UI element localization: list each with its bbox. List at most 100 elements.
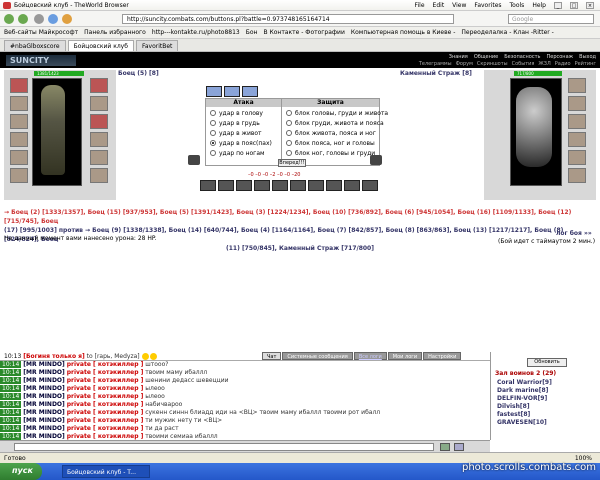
tab-my-logs[interactable]: Мои логи — [387, 352, 423, 360]
spell-icon[interactable] — [200, 180, 216, 191]
spell-icon[interactable] — [218, 180, 234, 191]
menu-edit[interactable]: Edit — [433, 2, 445, 9]
fav-item[interactable]: Бон — [246, 29, 258, 36]
combo-button[interactable] — [242, 86, 258, 97]
defense-option[interactable]: блок головы, груди и живота — [286, 108, 388, 118]
spell-icon[interactable] — [326, 180, 342, 191]
link-radio[interactable]: Радио — [555, 61, 571, 67]
radio[interactable] — [286, 120, 292, 126]
forward-icon[interactable] — [18, 14, 28, 24]
menu-file[interactable]: File — [415, 2, 425, 9]
link-exit[interactable]: Выход — [579, 54, 596, 60]
fav-item[interactable]: Компьютерная помощь в Киеве - — [351, 29, 456, 36]
attack-option-belly[interactable]: удар в живот — [210, 128, 277, 138]
minimize-button[interactable]: _ — [554, 2, 562, 9]
radio[interactable] — [210, 120, 216, 126]
link-communication[interactable]: Общение — [474, 54, 498, 60]
refresh-button[interactable]: Обновить — [527, 358, 567, 367]
combo-button[interactable] — [206, 86, 222, 97]
chat-input[interactable] — [14, 443, 434, 451]
weapon-slot[interactable] — [10, 114, 28, 129]
user-item[interactable]: fastest[8] — [491, 411, 600, 419]
player-name[interactable]: Боец (5) [8] — [118, 70, 159, 77]
taskbar-item[interactable]: Бойцовский клуб - T... — [62, 465, 150, 478]
radio[interactable] — [210, 150, 216, 156]
fav-item[interactable]: В Контакте - Фотографии — [263, 29, 344, 36]
enemy-name[interactable]: Каменный Страж [8] — [400, 70, 472, 77]
radio[interactable] — [286, 110, 292, 116]
earring-slot[interactable] — [90, 168, 108, 183]
spell-icon[interactable] — [362, 180, 378, 191]
chat-log[interactable]: 10:14 [MR MINDO] private [ котэкиллер ] ш… — [0, 360, 490, 440]
radio[interactable] — [286, 130, 292, 136]
link-security[interactable]: Безопасность — [504, 54, 540, 60]
attack-option-chest[interactable]: удар в грудь — [210, 118, 277, 128]
fighters-line[interactable]: (11) [750/845], Каменный Страж [717/800] — [4, 244, 596, 253]
menu-help[interactable]: Help — [532, 2, 546, 9]
link-events[interactable]: События — [512, 61, 535, 67]
defense-option[interactable]: блок груди, живота и пояса — [286, 118, 384, 128]
spell-icon[interactable] — [254, 180, 270, 191]
stop-icon[interactable] — [34, 14, 44, 24]
user-item[interactable]: Dilvish[8] — [491, 403, 600, 411]
tab-chat[interactable]: Чат — [262, 352, 282, 360]
fav-item[interactable]: Панель избранного — [84, 29, 146, 36]
tab-nba[interactable]: #nbaGlboxscore — [4, 40, 66, 51]
radio[interactable] — [210, 110, 216, 116]
spell-icon[interactable] — [344, 180, 360, 191]
ring2-slot[interactable] — [90, 150, 108, 165]
tab-all-logs[interactable]: Все логи — [353, 352, 387, 360]
link-screenshots[interactable]: Скриншоты — [477, 61, 508, 67]
user-item[interactable]: GRAVESEN[10] — [491, 419, 600, 427]
gloves-slot[interactable] — [90, 96, 108, 111]
attack-option-groin[interactable]: удар в пояс(пах) — [210, 138, 277, 148]
fav-item[interactable]: Переоделалка - Клан -Ritter - — [461, 29, 553, 36]
ring-slot[interactable] — [90, 78, 108, 93]
send-icon[interactable] — [440, 443, 450, 451]
user-item[interactable]: DELFIN-VOR[9] — [491, 395, 600, 403]
link-forum[interactable]: Форум — [456, 61, 473, 67]
amulet-slot[interactable] — [10, 96, 28, 111]
spell-icon[interactable] — [290, 180, 306, 191]
user-item[interactable]: Dark marine[8] — [491, 387, 600, 395]
menu-view[interactable]: View — [452, 2, 466, 9]
spell-icon[interactable] — [308, 180, 324, 191]
menu-favorites[interactable]: Favorites — [474, 2, 501, 9]
attack-option-legs[interactable]: удар по ногам — [210, 148, 277, 158]
defense-option[interactable]: блок пояса, ног и головы — [286, 138, 375, 148]
link-zhzl[interactable]: ЖЗЛ — [538, 61, 550, 67]
link-telegrams[interactable]: Телеграммы — [419, 61, 452, 67]
battle-log-link[interactable]: лог боя »» — [556, 230, 592, 237]
radio-selected[interactable] — [210, 140, 216, 146]
link-rating[interactable]: Рейтинг — [575, 61, 596, 67]
forward-button[interactable]: Вперед!!! — [278, 159, 306, 167]
radio[interactable] — [210, 130, 216, 136]
search-input[interactable]: Google — [508, 14, 594, 24]
bracer-slot[interactable] — [90, 132, 108, 147]
spell-icon[interactable] — [272, 180, 288, 191]
boots-slot[interactable] — [10, 168, 28, 183]
combo-button[interactable] — [224, 86, 240, 97]
defense-option[interactable]: блок ног, головы и груди — [286, 148, 375, 158]
radio[interactable] — [286, 150, 292, 156]
spell-icon[interactable] — [236, 180, 252, 191]
close-button[interactable]: × — [586, 2, 594, 9]
fav-item[interactable]: Веб-сайты Майкрософт — [4, 29, 78, 36]
fav-item[interactable]: http---kontakte.ru/photo8813 — [152, 29, 240, 36]
shield-slot[interactable] — [90, 114, 108, 129]
armor-slot[interactable] — [10, 132, 28, 147]
zoom-level[interactable]: 100% — [575, 455, 592, 462]
tab-system-messages[interactable]: Системные сообщения — [282, 352, 353, 360]
tab-favoritbet[interactable]: FavoritBet — [135, 40, 179, 51]
menu-tools[interactable]: Tools — [510, 2, 525, 9]
home-icon[interactable] — [62, 14, 72, 24]
radio[interactable] — [286, 140, 292, 146]
start-button[interactable]: пуск — [0, 463, 42, 480]
refresh-icon[interactable] — [48, 14, 58, 24]
smiles-icon[interactable] — [454, 443, 464, 451]
user-item[interactable]: Coral Warrior[9] — [491, 379, 600, 387]
url-input[interactable]: http://suncity.combats.com/buttons.pl?ba… — [122, 14, 454, 24]
attack-option-head[interactable]: удар в голову — [210, 108, 277, 118]
helmet-slot[interactable] — [10, 78, 28, 93]
defense-option[interactable]: блок живота, пояса и ног — [286, 128, 376, 138]
